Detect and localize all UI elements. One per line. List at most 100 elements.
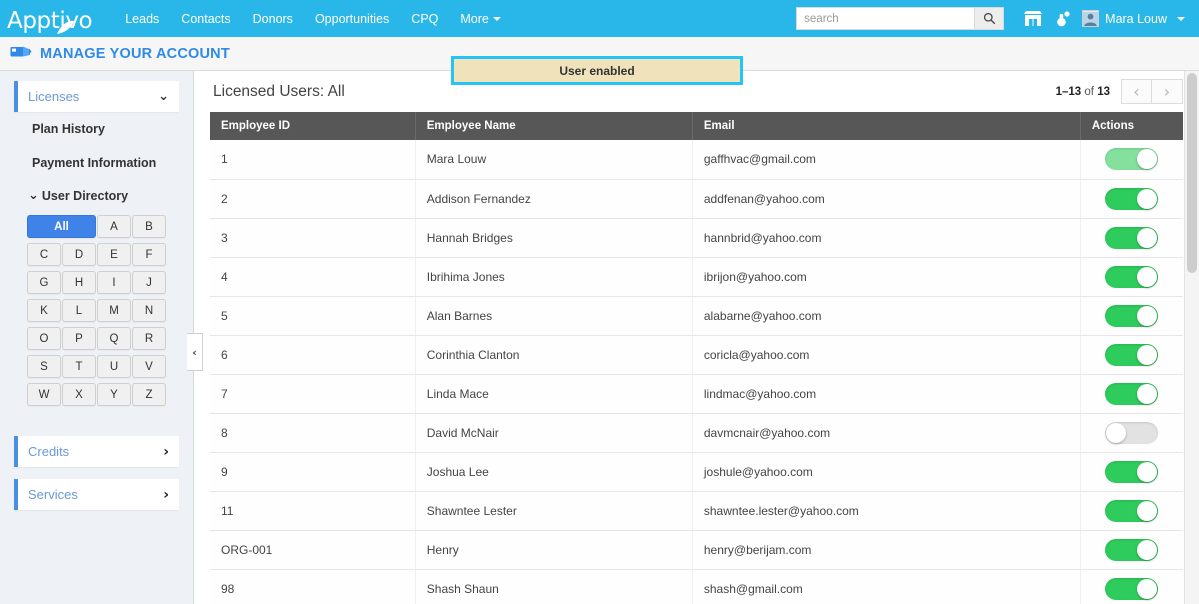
alpha-filter-g[interactable]: G: [27, 271, 61, 294]
chevron-right-icon: ›: [163, 486, 169, 503]
alpha-filter-j[interactable]: J: [132, 271, 166, 294]
table-row[interactable]: 9 Joshua Lee joshule@yahoo.com: [210, 452, 1183, 492]
user-enabled-toggle[interactable]: [1105, 265, 1159, 288]
toggle-knob: [1137, 539, 1158, 560]
table-row[interactable]: 3 Hannah Bridges hannbrid@yahoo.com: [210, 218, 1183, 258]
cell-actions: [1080, 140, 1183, 180]
cell-employee-id: 1: [210, 140, 416, 180]
cell-email: ibrijon@yahoo.com: [692, 257, 1081, 297]
sidebar-section-credits[interactable]: Credits ›: [14, 436, 179, 467]
sidebar-item-label: Payment Information: [32, 156, 157, 170]
cell-employee-id: 8: [210, 413, 416, 453]
sidebar-section-licenses[interactable]: Licenses ⌄: [14, 81, 179, 112]
alpha-filter-all[interactable]: All: [27, 215, 96, 238]
search-input[interactable]: [796, 7, 975, 30]
table-header-row: Employee ID Employee Name Email Actions: [210, 112, 1183, 140]
alpha-filter-n[interactable]: N: [132, 299, 166, 322]
user-avatar-icon: [1082, 10, 1100, 27]
table-row[interactable]: 2 Addison Fernandez addfenan@yahoo.com: [210, 179, 1183, 219]
alpha-filter-m[interactable]: M: [97, 299, 131, 322]
user-enabled-toggle[interactable]: [1105, 499, 1159, 522]
alpha-filter-t[interactable]: T: [62, 355, 96, 378]
sidebar-collapse-button[interactable]: ‹: [187, 333, 203, 371]
table-header: Employee ID Employee Name Email Actions: [210, 112, 1183, 140]
column-header-employee-id[interactable]: Employee ID: [210, 112, 416, 140]
alpha-filter-y[interactable]: Y: [97, 383, 131, 406]
table-row[interactable]: 6 Corinthia Clanton coricla@yahoo.com: [210, 335, 1183, 375]
table-row[interactable]: 11 Shawntee Lester shawntee.lester@yahoo.c…: [210, 491, 1183, 531]
user-enabled-toggle[interactable]: [1105, 187, 1159, 210]
column-header-employee-name[interactable]: Employee Name: [415, 112, 693, 140]
table-row[interactable]: 98 Shash Shaun shash@gmail.com: [210, 569, 1183, 604]
column-header-email[interactable]: Email: [692, 112, 1081, 140]
scrollbar-thumb[interactable]: [1187, 73, 1197, 273]
licensed-users-title: Licensed Users: All: [213, 82, 345, 100]
sidebar-item-plan-history[interactable]: Plan History: [0, 112, 193, 146]
user-enabled-toggle[interactable]: [1105, 343, 1159, 366]
alpha-filter-c[interactable]: C: [27, 243, 61, 266]
alpha-filter-v[interactable]: V: [132, 355, 166, 378]
user-enabled-toggle[interactable]: [1105, 460, 1159, 483]
user-enabled-toggle[interactable]: [1105, 421, 1159, 444]
alpha-filter-o[interactable]: O: [27, 327, 61, 350]
notification-button[interactable]: [1048, 0, 1078, 37]
sidebar-item-user-directory[interactable]: ⌄ User Directory: [0, 180, 193, 209]
user-enabled-toggle[interactable]: [1105, 148, 1159, 171]
user-menu[interactable]: Mara Louw: [1078, 0, 1191, 37]
table-row[interactable]: 4 Ibrihima Jones ibrijon@yahoo.com: [210, 257, 1183, 297]
table-row[interactable]: 5 Alan Barnes alabarne@yahoo.com: [210, 296, 1183, 336]
chevron-right-icon: ›: [163, 443, 169, 460]
pagination-prev-button[interactable]: ‹: [1121, 79, 1152, 104]
alpha-filter-r[interactable]: R: [132, 327, 166, 350]
sidebar-item-payment-information[interactable]: Payment Information: [0, 146, 193, 180]
alpha-filter-u[interactable]: U: [97, 355, 131, 378]
alpha-filter-z[interactable]: Z: [132, 383, 166, 406]
cell-actions: [1080, 218, 1183, 258]
user-enabled-toggle[interactable]: [1105, 304, 1159, 327]
notification-banner-text: User enabled: [559, 63, 635, 78]
user-enabled-toggle[interactable]: [1105, 226, 1159, 249]
storefront-button[interactable]: [1018, 0, 1048, 37]
sidebar-section-services[interactable]: Services ›: [14, 479, 179, 510]
nav-item-more[interactable]: More: [449, 8, 511, 30]
table-row[interactable]: 7 Linda Mace lindmac@yahoo.com: [210, 374, 1183, 414]
user-enabled-toggle[interactable]: [1105, 382, 1159, 405]
account-card-icon: [10, 43, 32, 64]
cell-employee-name: Corinthia Clanton: [415, 335, 693, 375]
cell-employee-name: Shawntee Lester: [415, 491, 693, 531]
nav-item-opportunities[interactable]: Opportunities: [304, 8, 400, 30]
nav-item-donors[interactable]: Donors: [242, 8, 304, 30]
table-body: 1 Mara Louw gaffhvac@gmail.com 2 Addison Fer…: [210, 140, 1183, 604]
alpha-filter-f[interactable]: F: [132, 243, 166, 266]
table-row[interactable]: ORG-001 Henry henry@berijam.com: [210, 530, 1183, 570]
alpha-filter-e[interactable]: E: [97, 243, 131, 266]
cell-email: hannbrid@yahoo.com: [692, 218, 1081, 258]
alpha-filter-b[interactable]: B: [132, 215, 166, 238]
alpha-filter-p[interactable]: P: [62, 327, 96, 350]
alpha-filter-q[interactable]: Q: [97, 327, 131, 350]
toggle-knob: [1137, 344, 1158, 365]
cell-employee-name: Ibrihima Jones: [415, 257, 693, 297]
toggle-knob: [1137, 188, 1158, 209]
search-button[interactable]: [974, 7, 1005, 30]
nav-item-leads[interactable]: Leads: [114, 8, 170, 30]
apptivo-logo[interactable]: Apptivo: [7, 0, 93, 37]
alpha-filter-k[interactable]: K: [27, 299, 61, 322]
main-scrollbar[interactable]: [1184, 71, 1199, 604]
toggle-knob: [1106, 422, 1127, 443]
alpha-filter-h[interactable]: H: [62, 271, 96, 294]
alpha-filter-w[interactable]: W: [27, 383, 61, 406]
nav-item-cpq[interactable]: CPQ: [400, 8, 449, 30]
alpha-filter-s[interactable]: S: [27, 355, 61, 378]
nav-item-contacts[interactable]: Contacts: [170, 8, 241, 30]
alpha-filter-l[interactable]: L: [62, 299, 96, 322]
pagination-next-button[interactable]: ›: [1152, 79, 1183, 104]
user-enabled-toggle[interactable]: [1105, 577, 1159, 600]
alpha-filter-a[interactable]: A: [97, 215, 131, 238]
alpha-filter-d[interactable]: D: [62, 243, 96, 266]
user-enabled-toggle[interactable]: [1105, 538, 1159, 561]
alpha-filter-x[interactable]: X: [62, 383, 96, 406]
table-row[interactable]: 8 David McNair davmcnair@yahoo.com: [210, 413, 1183, 453]
table-row[interactable]: 1 Mara Louw gaffhvac@gmail.com: [210, 140, 1183, 180]
alpha-filter-i[interactable]: I: [97, 271, 131, 294]
